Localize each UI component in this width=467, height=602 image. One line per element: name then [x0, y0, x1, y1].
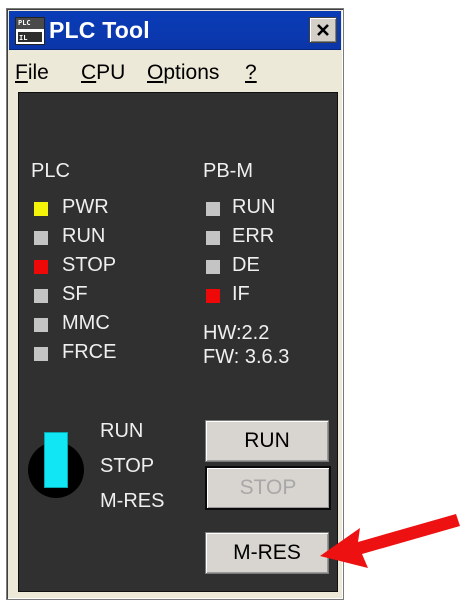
led-plc-pwr: [34, 202, 48, 216]
led-pbm-de: [206, 260, 220, 274]
menu-help[interactable]: ?: [245, 61, 257, 85]
led-pbm-if: [206, 289, 220, 303]
led-plc-run: [34, 231, 48, 245]
switch-pos-mres: M-RES: [100, 490, 165, 512]
menu-options[interactable]: Options: [147, 61, 219, 85]
menu-file[interactable]: File: [15, 61, 49, 85]
plc-heading: PLC: [31, 160, 70, 182]
led-plc-mmc: [34, 318, 48, 332]
run-button[interactable]: RUN: [205, 420, 329, 462]
led-plc-pwr-label: PWR: [62, 196, 109, 218]
led-plc-mmc-label: MMC: [62, 312, 110, 334]
led-plc-run-label: RUN: [62, 225, 106, 247]
led-pbm-if-label: IF: [232, 283, 250, 305]
led-pbm-run: [206, 202, 220, 216]
led-plc-sf-label: SF: [62, 283, 88, 305]
menu-file-label-rest: ile: [27, 61, 49, 84]
close-icon: [317, 24, 329, 36]
menu-file-mnemonic: F: [15, 61, 28, 84]
led-plc-frce-label: FRCE: [62, 341, 117, 363]
title-bar[interactable]: PLC IL PLC Tool: [9, 11, 341, 50]
menu-help-mnemonic: ?: [245, 61, 257, 84]
menu-bar: File CPU Options ?: [9, 55, 341, 87]
led-pbm-err: [206, 231, 220, 245]
menu-cpu-mnemonic: C: [81, 61, 97, 84]
switch-pos-stop: STOP: [100, 455, 155, 477]
menu-options-label-rest: ptions: [163, 61, 220, 84]
fw-version: FW: 3.6.3: [203, 346, 290, 368]
switch-pos-run: RUN: [100, 420, 144, 442]
pbm-heading: PB-M: [203, 160, 253, 182]
close-button[interactable]: [309, 17, 337, 43]
hw-version: HW:2.2: [203, 322, 270, 344]
annotation-arrow: [320, 514, 460, 568]
app-icon[interactable]: PLC IL: [15, 17, 45, 45]
menu-cpu-label-rest: PU: [96, 61, 126, 84]
led-pbm-run-label: RUN: [232, 196, 276, 218]
window-title: PLC Tool: [49, 17, 150, 43]
mode-switch-indicator[interactable]: [44, 432, 68, 488]
app-icon-text-bottom: IL: [19, 34, 28, 42]
led-plc-frce: [34, 347, 48, 361]
mres-button[interactable]: M-RES: [205, 532, 329, 574]
menu-cpu[interactable]: CPU: [81, 61, 125, 85]
led-pbm-de-label: DE: [232, 254, 260, 276]
led-plc-stop-label: STOP: [62, 254, 117, 276]
led-plc-stop: [34, 260, 48, 274]
led-pbm-err-label: ERR: [232, 225, 275, 247]
led-plc-sf: [34, 289, 48, 303]
menu-options-mnemonic: O: [147, 61, 164, 84]
stop-button[interactable]: STOP: [205, 466, 331, 510]
app-icon-text-top: PLC: [18, 19, 31, 27]
